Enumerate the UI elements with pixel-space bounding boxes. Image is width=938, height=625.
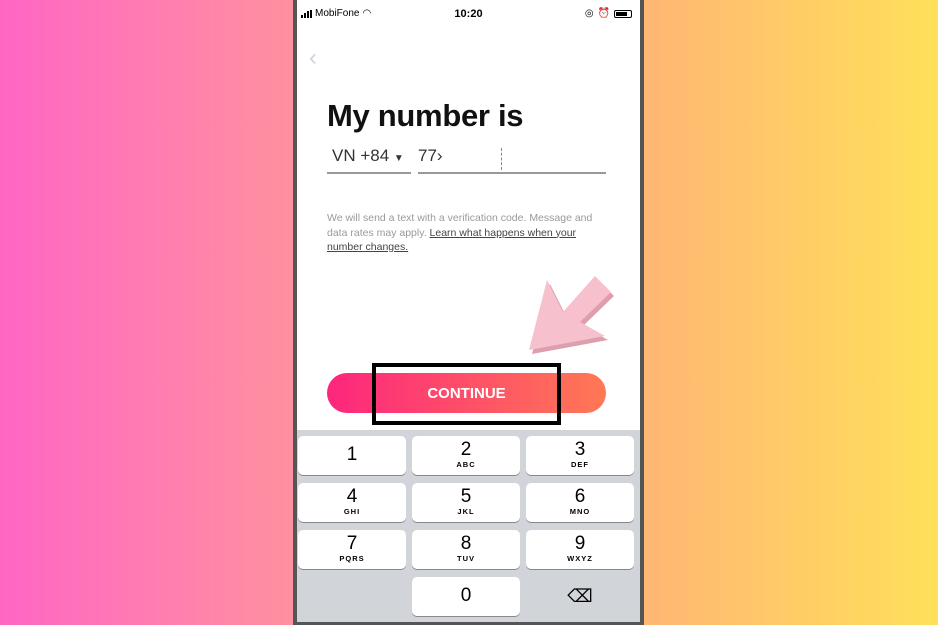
phone-frame: MobiFone ◠ 10:20 ◎ ⏰ ‹ My number is VN +84… (293, 0, 644, 625)
key-letters: ABC (456, 460, 476, 469)
key-digit: 1 (346, 444, 358, 465)
status-bar: MobiFone ◠ 10:20 ◎ ⏰ (297, 6, 640, 22)
phone-screen: MobiFone ◠ 10:20 ◎ ⏰ ‹ My number is VN +84… (297, 0, 640, 622)
page-title: My number is (327, 98, 524, 133)
orientation-lock-icon: ◎ (584, 8, 594, 19)
key-4[interactable]: 4 GHI (298, 483, 406, 522)
text-cursor (501, 148, 502, 170)
key-letters: TUV (457, 554, 475, 563)
key-1[interactable]: 1 (298, 436, 406, 475)
caret-down-icon: ▼ (393, 153, 404, 164)
key-letters: WXYZ (567, 554, 593, 563)
key-digit: 6 (574, 486, 586, 507)
key-8[interactable]: 8 TUV (412, 530, 520, 569)
alarm-icon: ⏰ (597, 8, 610, 19)
key-digit: 8 (460, 533, 472, 554)
key-9[interactable]: 9 WXYZ (526, 530, 634, 569)
numeric-keypad: 1 2 ABC 3 DEF 4 GHI 5 JKL 6 MNO 7 PQRS 8 TUV 9 WXYZ 0 ⌫ (297, 430, 640, 622)
key-digit: 2 (460, 439, 472, 460)
backspace-icon: ⌫ (567, 586, 593, 606)
phone-number-value: 77› (418, 146, 443, 165)
key-letters: GHI (343, 507, 361, 516)
key-letters: MNO (569, 507, 591, 516)
country-code-select[interactable]: VN +84 ▼ (327, 146, 411, 174)
delete-key[interactable]: ⌫ (526, 577, 634, 616)
key-letters: PQRS (339, 554, 365, 563)
key-digit: 3 (574, 439, 586, 460)
key-7[interactable]: 7 PQRS (298, 530, 406, 569)
verification-info: We will send a text with a verification … (327, 211, 607, 255)
pointer-arrow-icon (529, 276, 614, 354)
key-digit: 7 (346, 533, 358, 554)
country-code-value: VN +84 (332, 146, 390, 165)
key-letters: JKL (457, 507, 475, 516)
key-6[interactable]: 6 MNO (526, 483, 634, 522)
key-digit: 4 (346, 486, 358, 507)
key-letters: DEF (571, 460, 589, 469)
key-2[interactable]: 2 ABC (412, 436, 520, 475)
highlight-box (372, 363, 561, 425)
back-chevron-icon[interactable]: ‹ (309, 44, 317, 72)
key-0[interactable]: 0 (412, 577, 520, 616)
key-digit: 0 (460, 585, 472, 606)
key-digit: 9 (574, 533, 586, 554)
key-3[interactable]: 3 DEF (526, 436, 634, 475)
key-5[interactable]: 5 JKL (412, 483, 520, 522)
battery-icon (614, 9, 632, 18)
phone-number-input[interactable]: 77› (418, 146, 606, 174)
key-digit: 5 (460, 486, 472, 507)
